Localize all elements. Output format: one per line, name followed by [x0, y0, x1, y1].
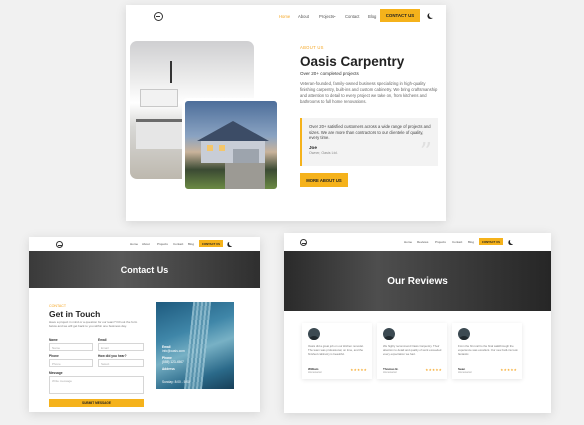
- review-card: Oasis did a great job on our kitchen rem…: [302, 323, 372, 379]
- contact-title: Get in Touch: [49, 309, 101, 319]
- reviews-hero: Our Reviews: [284, 251, 551, 311]
- avatar: [383, 328, 395, 340]
- avatar: [308, 328, 320, 340]
- hero-title: Contact Us: [120, 264, 169, 275]
- star-rating-icon: ★★★★★: [425, 368, 442, 372]
- nav-blog[interactable]: Blog: [468, 240, 474, 244]
- nav-blog[interactable]: Blog: [368, 14, 376, 19]
- about-page-preview: Home About Projects ⌄ Contact Blog CONTA…: [126, 5, 446, 221]
- review-card: We highly recommend Oasis Carpentry. The…: [377, 323, 447, 379]
- nav-projects[interactable]: Projects: [435, 240, 446, 244]
- contact-us-button[interactable]: CONTACT US: [479, 238, 503, 245]
- reviewer-role: Homeowner: [308, 371, 322, 374]
- nav-about[interactable]: About: [298, 14, 309, 19]
- testimonial-quote: Over 20+ satisfied customers across a wi…: [300, 118, 438, 166]
- email-field[interactable]: Email: [98, 343, 144, 351]
- address-info-label: Address: [162, 367, 175, 371]
- avatar: [458, 328, 470, 340]
- moon-icon[interactable]: [429, 12, 435, 18]
- reviews-page-preview: Home Reviews Projects Contact Blog CONTA…: [284, 233, 551, 413]
- nav-contact[interactable]: Contact: [345, 14, 359, 19]
- section-label: ABOUT US: [300, 45, 324, 50]
- contact-description: Have a project in mind or a question for…: [49, 320, 138, 328]
- page-subtitle: Over 20+ completed projects: [300, 71, 359, 76]
- contact-us-button[interactable]: CONTACT US: [380, 9, 420, 22]
- phone-label: Phone: [49, 354, 59, 358]
- logo-icon[interactable]: [300, 239, 307, 246]
- referral-label: How did you hear?: [98, 354, 127, 358]
- logo-icon[interactable]: [56, 241, 63, 248]
- nav-home[interactable]: Home: [130, 242, 138, 246]
- review-card: From the first call to the final walkthr…: [452, 323, 522, 379]
- review-text: From the first call to the final walkthr…: [458, 344, 518, 356]
- review-text: Oasis did a great job on our kitchen rem…: [308, 344, 364, 356]
- email-label: Email: [98, 338, 107, 342]
- moon-icon[interactable]: [510, 239, 515, 244]
- more-about-us-button[interactable]: MORE ABOUT US: [300, 173, 348, 187]
- chevron-down-icon[interactable]: ⌄: [333, 13, 337, 18]
- hours-info: Sunday: 8:00 - 5:00: [162, 380, 190, 384]
- nav-reviews[interactable]: Reviews: [417, 240, 428, 244]
- phone-info-value[interactable]: (555) 123-4567: [162, 360, 184, 364]
- contact-us-button[interactable]: CONTACT US: [199, 240, 223, 247]
- review-text: We highly recommend Oasis Carpentry. The…: [383, 344, 442, 356]
- star-rating-icon: ★★★★★: [500, 368, 517, 372]
- logo-icon[interactable]: [154, 12, 163, 21]
- moon-icon[interactable]: [229, 241, 234, 246]
- quote-text: Over 20+ satisfied customers across a wi…: [309, 124, 431, 141]
- nav-contact[interactable]: Contact: [173, 242, 183, 246]
- hero-title: Our Reviews: [387, 275, 448, 287]
- name-field[interactable]: Name: [49, 343, 93, 351]
- section-label: CONTACT: [49, 304, 67, 308]
- about-description: Veteran-founded, family-owned business s…: [300, 81, 438, 104]
- nav-home[interactable]: Home: [404, 240, 412, 244]
- message-textarea[interactable]: Write message: [49, 376, 144, 394]
- email-info-value[interactable]: info@oasis.com: [162, 349, 185, 353]
- top-navbar: Home About Projects ⌄ Contact Blog CONTA…: [126, 5, 446, 29]
- quote-mark-icon: ”: [419, 138, 432, 166]
- page-title: Oasis Carpentry: [300, 54, 405, 69]
- contact-hero: Contact Us: [29, 251, 260, 288]
- nav-home[interactable]: Home: [279, 14, 290, 19]
- nav-contact[interactable]: Contact: [452, 240, 462, 244]
- reviewer-role: Homeowner: [458, 371, 472, 374]
- nav-projects[interactable]: Projects: [319, 14, 334, 19]
- contact-page-preview: Home About Projects Contact Blog CONTACT…: [29, 237, 260, 412]
- referral-select[interactable]: Select: [98, 359, 144, 367]
- phone-field[interactable]: Phone: [49, 359, 93, 367]
- message-label: Message: [49, 371, 63, 375]
- nav-projects[interactable]: Projects: [157, 242, 168, 246]
- reviewer-role: Homeowner: [383, 371, 397, 374]
- quote-author-role: Owner, Oasis Ltd.: [309, 150, 338, 155]
- name-label: Name: [49, 338, 58, 342]
- submit-button[interactable]: SUBMIT MESSAGE: [49, 399, 144, 407]
- nav-blog[interactable]: Blog: [188, 242, 194, 246]
- nav-about[interactable]: About: [142, 242, 150, 246]
- quote-author: Joe: [309, 144, 317, 150]
- star-rating-icon: ★★★★★: [350, 368, 367, 372]
- house-photo: [182, 98, 280, 192]
